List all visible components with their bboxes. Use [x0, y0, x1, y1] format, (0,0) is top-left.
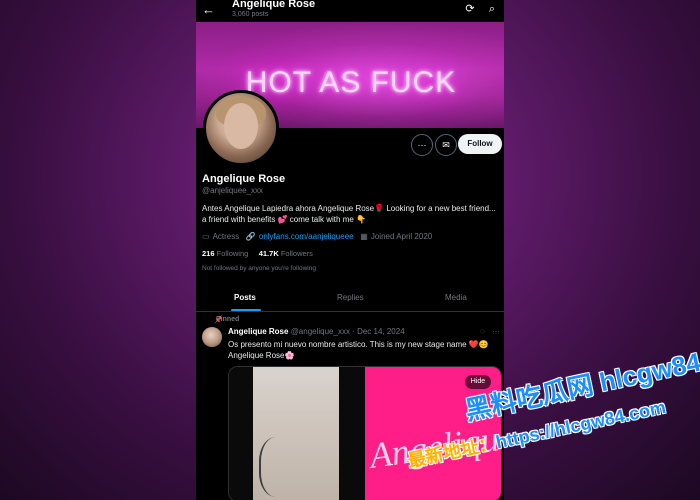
profile-screen: ← Angelique Rose 3,060 posts ⟳ ⌕ HOT AS … — [196, 0, 504, 500]
pinned-label: Pinned — [216, 316, 240, 323]
post-author[interactable]: Angelique Rose @angelique_xxx · Dec 14, … — [228, 327, 405, 336]
followers-link[interactable]: 41.7K Followers — [259, 249, 313, 258]
grok-icon[interactable]: ◌ — [480, 327, 485, 336]
follow-counts: 216 Following 41.7K Followers — [202, 249, 313, 258]
tab-media[interactable]: Media — [445, 293, 467, 302]
refresh-icon[interactable]: ⟳ — [464, 3, 476, 15]
not-followed-note: Not followed by anyone you're following — [202, 265, 316, 272]
profile-meta: ▭ Actress 🔗 onlyfans.com/aanjeliqueee ▦ Joi… — [202, 232, 432, 241]
link-icon: 🔗 — [245, 232, 256, 241]
profile-tabs: Posts Replies Media — [196, 285, 504, 312]
post-meta: @angelique_xxx · Dec 14, 2024 — [290, 327, 405, 336]
back-button[interactable]: ← — [202, 2, 215, 17]
message-button[interactable]: ✉ — [435, 134, 457, 156]
following-link[interactable]: 216 Following — [202, 249, 248, 258]
header-name: Angelique Rose — [232, 0, 316, 10]
banner-neon-text: HOT AS FUCK — [245, 66, 457, 99]
profile-name: Angelique Rose — [202, 173, 286, 185]
search-icon[interactable]: ⌕ — [486, 3, 498, 15]
tab-replies[interactable]: Replies — [337, 293, 364, 302]
briefcase-icon: ▭ — [202, 232, 210, 241]
media-image-1[interactable] — [229, 367, 365, 500]
profile-handle: @anjeliquee_xxx — [202, 186, 264, 195]
tab-posts[interactable]: Posts — [234, 293, 256, 302]
avatar[interactable] — [203, 90, 279, 166]
profile-joined: Joined April 2020 — [370, 232, 433, 241]
top-bar: ← Angelique Rose 3,060 posts ⟳ ⌕ — [196, 0, 504, 22]
profile-bio: Antes Angelique Lapiedra ahora Angelique… — [202, 204, 496, 224]
mail-icon: ✉ — [442, 140, 450, 150]
post-text: Os presento mi nuevo nombre artistico. T… — [228, 340, 489, 360]
active-tab-indicator — [231, 309, 261, 311]
more-options-button[interactable]: ··· — [411, 134, 433, 156]
follow-button[interactable]: Follow — [458, 134, 502, 154]
calendar-icon: ▦ — [360, 232, 368, 241]
post-more-icon[interactable]: ··· — [492, 327, 500, 336]
header-post-count: 3,060 posts — [232, 11, 269, 18]
post-avatar[interactable] — [202, 327, 222, 347]
profile-category: Actress — [212, 232, 240, 241]
profile-link[interactable]: onlyfans.com/aanjeliqueee — [259, 232, 354, 241]
post-media[interactable]: Angelique Hide — [228, 366, 502, 500]
